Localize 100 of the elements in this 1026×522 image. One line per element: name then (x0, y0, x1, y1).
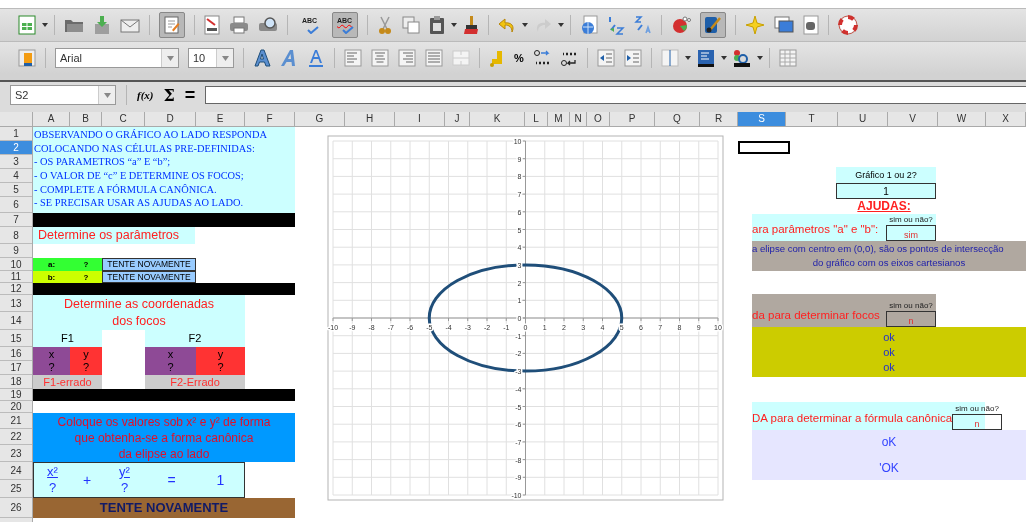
graph-choice-field[interactable]: 1 (836, 183, 936, 199)
formula-button[interactable]: = (184, 84, 196, 106)
save-icon[interactable] (93, 15, 111, 35)
column-header[interactable]: V (888, 112, 938, 126)
scissors-icon[interactable] (377, 15, 393, 35)
add-decimal-icon[interactable] (532, 49, 551, 67)
row-header[interactable]: 4 (0, 169, 32, 183)
row-header[interactable]: 17 (0, 361, 32, 375)
column-header[interactable]: H (345, 112, 395, 126)
row-header[interactable]: 8 (0, 227, 32, 244)
clipboard-icon[interactable] (429, 15, 445, 35)
answer-field[interactable]: sim (886, 225, 936, 241)
y-coordinate-cell[interactable]: y ? (196, 347, 245, 375)
column-header[interactable]: D (145, 112, 196, 126)
caret-icon[interactable] (42, 23, 48, 27)
print-preview-icon[interactable] (258, 16, 278, 34)
column-header[interactable]: Q (655, 112, 700, 126)
caret-icon[interactable] (756, 56, 763, 60)
font-name-field[interactable]: Arial (55, 48, 179, 68)
row-header[interactable]: 12 (0, 283, 32, 295)
column-header[interactable]: F (245, 112, 295, 126)
pdf-icon[interactable] (204, 15, 220, 35)
italic-icon[interactable] (280, 49, 298, 67)
align-right-icon[interactable] (398, 49, 416, 67)
column-header[interactable]: J (445, 112, 470, 126)
edit-mode-button[interactable] (159, 12, 185, 38)
function-wizard-button[interactable]: f(x) (137, 89, 154, 101)
row-header[interactable]: 6 (0, 197, 32, 213)
align-left-icon[interactable] (344, 49, 362, 67)
x-coordinate-cell[interactable]: x ? (33, 347, 70, 375)
folder-icon[interactable] (64, 17, 84, 33)
borders-icon[interactable] (660, 49, 679, 67)
denominator-cell[interactable]: ? (48, 480, 57, 496)
email-icon[interactable] (120, 17, 140, 33)
undo-icon[interactable] (498, 16, 516, 34)
row-header[interactable]: 25 (0, 480, 32, 498)
caret-icon[interactable] (720, 56, 727, 60)
copy-icon[interactable] (402, 16, 420, 34)
globe-document-icon[interactable] (580, 15, 598, 35)
column-header[interactable]: X (986, 112, 1026, 126)
column-header[interactable]: I (395, 112, 445, 126)
row-header[interactable]: 11 (0, 271, 32, 283)
row-header[interactable]: 18 (0, 375, 32, 389)
sort-descending-icon[interactable] (634, 15, 652, 35)
x-coordinate-cell[interactable]: x ? (145, 347, 196, 375)
column-header[interactable]: L (525, 112, 548, 126)
pie-chart-icon[interactable] (671, 16, 691, 34)
draw-functions-button[interactable] (700, 12, 726, 38)
row-header[interactable]: 19 (0, 389, 32, 401)
line-style-icon[interactable] (696, 49, 715, 67)
picture-frame-icon[interactable] (774, 16, 794, 34)
caret-icon[interactable] (558, 23, 564, 27)
printer-icon[interactable] (229, 16, 249, 34)
justify-icon[interactable] (425, 49, 443, 67)
row-header[interactable]: 5 (0, 183, 32, 197)
parameter-value[interactable]: ? (70, 260, 102, 269)
column-header[interactable]: U (838, 112, 888, 126)
font-size-field[interactable]: 10 (188, 48, 234, 68)
row-header[interactable]: 26 (0, 498, 32, 518)
row-header[interactable]: 22 (0, 429, 32, 445)
row-header[interactable]: 10 (0, 258, 32, 271)
row-header[interactable]: 15 (0, 330, 32, 347)
column-header[interactable]: A (33, 112, 70, 126)
row-header[interactable]: 14 (0, 312, 32, 330)
caret-icon[interactable] (684, 56, 691, 60)
row-header[interactable]: 24 (0, 462, 32, 480)
row-header[interactable]: 20 (0, 401, 32, 413)
new-spreadsheet-icon[interactable] (18, 15, 36, 35)
column-header[interactable]: P (610, 112, 655, 126)
column-header[interactable]: T (786, 112, 838, 126)
column-header[interactable]: M (548, 112, 570, 126)
column-header[interactable]: O (587, 112, 610, 126)
decrease-indent-icon[interactable] (596, 49, 615, 67)
column-header[interactable]: E (196, 112, 245, 126)
star-icon[interactable] (745, 15, 765, 35)
column-header[interactable]: B (70, 112, 102, 126)
align-center-icon[interactable] (371, 49, 389, 67)
sort-ascending-icon[interactable] (607, 15, 625, 35)
sum-button[interactable]: Σ (163, 85, 175, 105)
styles-icon[interactable] (18, 49, 36, 67)
merge-cells-icon[interactable] (452, 49, 470, 67)
row-header[interactable]: 21 (0, 413, 32, 429)
paintbrush-icon[interactable] (463, 15, 479, 35)
row-header[interactable]: 16 (0, 347, 32, 361)
column-header[interactable]: K (470, 112, 525, 126)
column-header[interactable]: C (102, 112, 145, 126)
background-color-icon[interactable] (732, 49, 751, 67)
denominator-cell[interactable]: ? (120, 480, 129, 496)
bold-icon[interactable] (253, 49, 271, 67)
column-header[interactable]: N (570, 112, 587, 126)
formula-input-field[interactable] (205, 86, 1026, 104)
underline-icon[interactable] (307, 49, 325, 67)
document-icon[interactable] (803, 15, 819, 35)
row-header[interactable]: 13 (0, 295, 32, 312)
answer-field[interactable]: n (952, 414, 1003, 430)
caret-icon[interactable] (522, 23, 528, 27)
parameter-value[interactable]: ? (70, 272, 102, 282)
caret-icon[interactable] (451, 23, 457, 27)
increase-indent-icon[interactable] (623, 49, 642, 67)
column-header[interactable]: G (295, 112, 345, 126)
